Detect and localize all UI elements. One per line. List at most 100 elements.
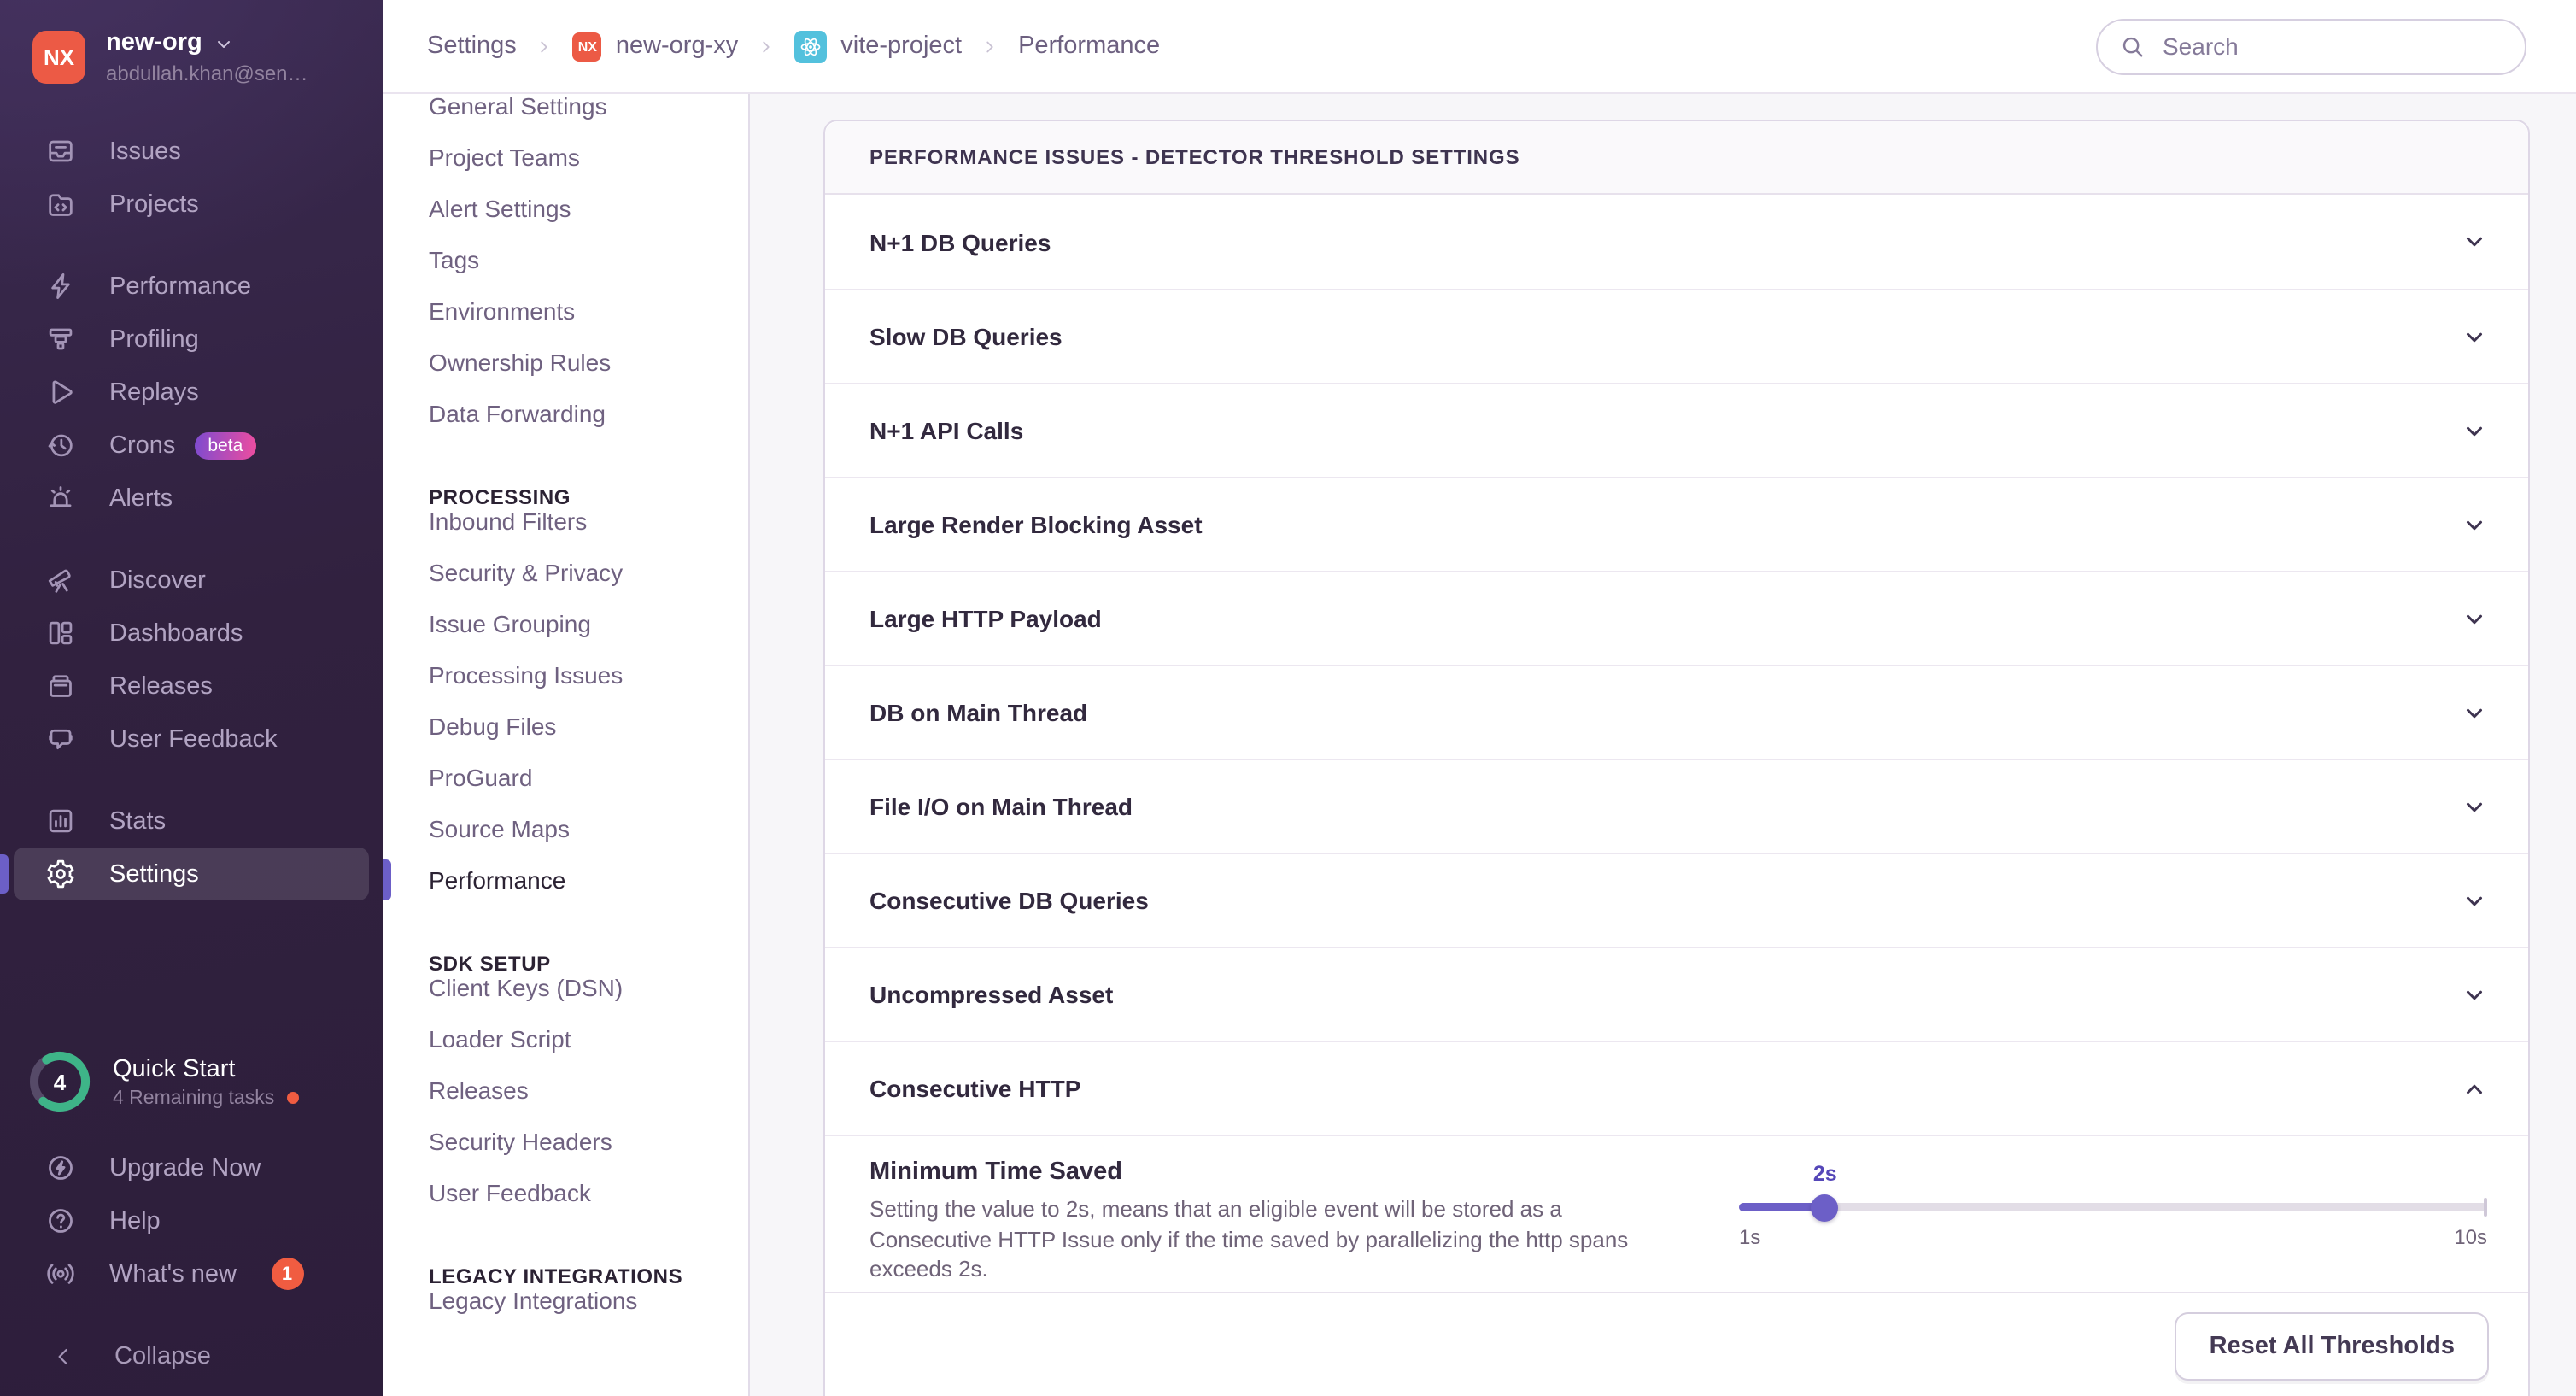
sidebar-item-replays[interactable]: Replays (0, 367, 383, 419)
threshold-row-slow-db-queries[interactable]: Slow DB Queries (825, 289, 2528, 383)
subnav-item-security-privacy[interactable]: Security & Privacy (383, 547, 748, 598)
sidebar-item-releases[interactable]: Releases (0, 660, 383, 713)
breadcrumb: Settings NX new-org-xy vite-project Perf… (427, 30, 1160, 62)
app-window: NX new-org abdullah.khan@sen… Issues Pro… (0, 0, 2576, 1396)
subnav-item-proguard[interactable]: ProGuard (383, 752, 748, 803)
discover-icon (46, 566, 75, 595)
chevron-down-icon[interactable] (2462, 700, 2487, 725)
primary-nav: Issues Projects Performance Profiling (0, 103, 383, 930)
breadcrumb-label: new-org-xy (616, 32, 738, 60)
chevron-up-icon[interactable] (2462, 1076, 2487, 1101)
active-indicator (0, 855, 9, 894)
threshold-row-db-on-main-thread[interactable]: DB on Main Thread (825, 665, 2528, 759)
breadcrumb-org[interactable]: NX new-org-xy (573, 32, 738, 61)
search-input[interactable] (2159, 31, 2503, 62)
chevron-down-icon[interactable] (2462, 229, 2487, 255)
chevron-down-icon[interactable] (2462, 794, 2487, 819)
quick-start-widget[interactable]: 4 Quick Start 4 Remaining tasks (0, 1032, 383, 1141)
sidebar-item-crons[interactable]: Crons beta (0, 419, 383, 472)
subnav-item-releases[interactable]: Releases (383, 1065, 748, 1116)
sidebar-item-performance[interactable]: Performance (0, 261, 383, 314)
subnav-item-user-feedback[interactable]: User Feedback (383, 1167, 748, 1218)
performance-icon (46, 273, 75, 302)
breadcrumb-project[interactable]: vite-project (794, 30, 962, 62)
sidebar-item-dashboards[interactable]: Dashboards (0, 607, 383, 660)
slider-max-label: 10s (2454, 1225, 2487, 1249)
panel-footer: Reset All Thresholds (825, 1292, 2528, 1396)
threshold-row-large-http-payload[interactable]: Large HTTP Payload (825, 571, 2528, 665)
org-avatar: NX (32, 31, 85, 84)
threshold-row-n1-db-queries[interactable]: N+1 DB Queries (825, 195, 2528, 289)
sidebar-item-alerts[interactable]: Alerts (0, 472, 383, 525)
sidebar-item-stats[interactable]: Stats (0, 795, 383, 848)
reset-all-thresholds-button[interactable]: Reset All Thresholds (2175, 1312, 2489, 1381)
sidebar-item-label: Performance (109, 273, 251, 301)
chevron-down-icon[interactable] (2462, 606, 2487, 631)
threshold-row-consecutive-http[interactable]: Consecutive HTTP (825, 1041, 2528, 1135)
sidebar-item-label: Releases (109, 673, 213, 701)
active-indicator (383, 859, 390, 900)
sidebar-item-discover[interactable]: Discover (0, 554, 383, 607)
collapse-sidebar-button[interactable]: Collapse (0, 1317, 383, 1396)
slider-track[interactable] (1739, 1203, 2487, 1211)
sidebar-item-upgrade-now[interactable]: Upgrade Now (0, 1141, 383, 1194)
subnav-item-performance[interactable]: Performance (383, 854, 748, 906)
quick-start-subtitle: 4 Remaining tasks (113, 1088, 274, 1108)
minimum-time-saved-slider[interactable]: 2s 1s 10s (1739, 1162, 2487, 1292)
threshold-row-large-render-blocking-asset[interactable]: Large Render Blocking Asset (825, 477, 2528, 571)
subnav-item-ownership-rules[interactable]: Ownership Rules (383, 337, 748, 388)
subnav-item-data-forwarding[interactable]: Data Forwarding (383, 388, 748, 439)
sidebar-item-label: Replays (109, 379, 199, 407)
sidebar-item-label: Profiling (109, 326, 199, 354)
chevron-down-icon[interactable] (2462, 512, 2487, 537)
subnav-item-source-maps[interactable]: Source Maps (383, 803, 748, 854)
subnav-item-security-headers[interactable]: Security Headers (383, 1116, 748, 1167)
subnav-item-project-teams[interactable]: Project Teams (383, 132, 748, 183)
subnav-item-loader-script[interactable]: Loader Script (383, 1013, 748, 1065)
sidebar-bottom: 4 Quick Start 4 Remaining tasks Upgrade … (0, 1032, 383, 1396)
subnav-item-issue-grouping[interactable]: Issue Grouping (383, 598, 748, 649)
threshold-settings-panel: PERFORMANCE ISSUES - DETECTOR THRESHOLD … (823, 120, 2530, 1396)
sidebar-item-projects[interactable]: Projects (0, 179, 383, 232)
chevron-down-icon[interactable] (2462, 324, 2487, 349)
threshold-row-title: DB on Main Thread (869, 699, 1087, 726)
org-switcher[interactable]: NX new-org abdullah.khan@sen… (0, 0, 383, 103)
subnav-item-client-keys[interactable]: Client Keys (DSN) (383, 962, 748, 1013)
chevron-down-icon[interactable] (2462, 982, 2487, 1007)
subnav-item-legacy-integrations[interactable]: Legacy Integrations (383, 1275, 748, 1326)
subnav-item-tags[interactable]: Tags (383, 234, 748, 285)
crons-icon (46, 431, 75, 460)
sidebar-item-help[interactable]: Help (0, 1194, 383, 1247)
consecutive-http-detail: Minimum Time Saved Setting the value to … (825, 1135, 2528, 1292)
sidebar-item-profiling[interactable]: Profiling (0, 314, 383, 367)
global-search[interactable] (2096, 18, 2526, 74)
chevron-down-icon[interactable] (2462, 418, 2487, 443)
threshold-row-file-io-on-main-thread[interactable]: File I/O on Main Thread (825, 759, 2528, 853)
sidebar-item-settings[interactable]: Settings (14, 848, 369, 901)
chevron-down-icon[interactable] (2462, 888, 2487, 913)
quick-start-title: Quick Start (113, 1055, 298, 1086)
breadcrumb-settings[interactable]: Settings (427, 32, 517, 60)
sidebar-item-label: Settings (109, 861, 199, 889)
breadcrumb-label: Settings (427, 32, 517, 60)
subnav-item-debug-files[interactable]: Debug Files (383, 701, 748, 752)
subnav-item-environments[interactable]: Environments (383, 285, 748, 337)
collapse-label: Collapse (114, 1343, 211, 1370)
threshold-row-uncompressed-asset[interactable]: Uncompressed Asset (825, 947, 2528, 1041)
subnav-item-processing-issues[interactable]: Processing Issues (383, 649, 748, 701)
subnav-item-general-settings[interactable]: General Settings (383, 94, 748, 132)
sidebar-item-whats-new[interactable]: What's new 1 (0, 1247, 383, 1300)
sidebar-item-label: User Feedback (109, 726, 278, 754)
subnav-item-inbound-filters[interactable]: Inbound Filters (383, 496, 748, 547)
slider-handle[interactable] (1812, 1194, 1839, 1221)
sidebar-item-user-feedback[interactable]: User Feedback (0, 713, 383, 766)
slider-min-label: 1s (1739, 1225, 1760, 1249)
react-platform-icon (794, 30, 827, 62)
threshold-row-consecutive-db-queries[interactable]: Consecutive DB Queries (825, 853, 2528, 947)
panel-title: PERFORMANCE ISSUES - DETECTOR THRESHOLD … (825, 121, 2528, 195)
threshold-row-n1-api-calls[interactable]: N+1 API Calls (825, 383, 2528, 477)
sidebar-item-issues[interactable]: Issues (0, 126, 383, 179)
subnav-item-alert-settings[interactable]: Alert Settings (383, 183, 748, 234)
upgrade-icon (46, 1153, 75, 1182)
sidebar-item-label: Discover (109, 567, 206, 595)
